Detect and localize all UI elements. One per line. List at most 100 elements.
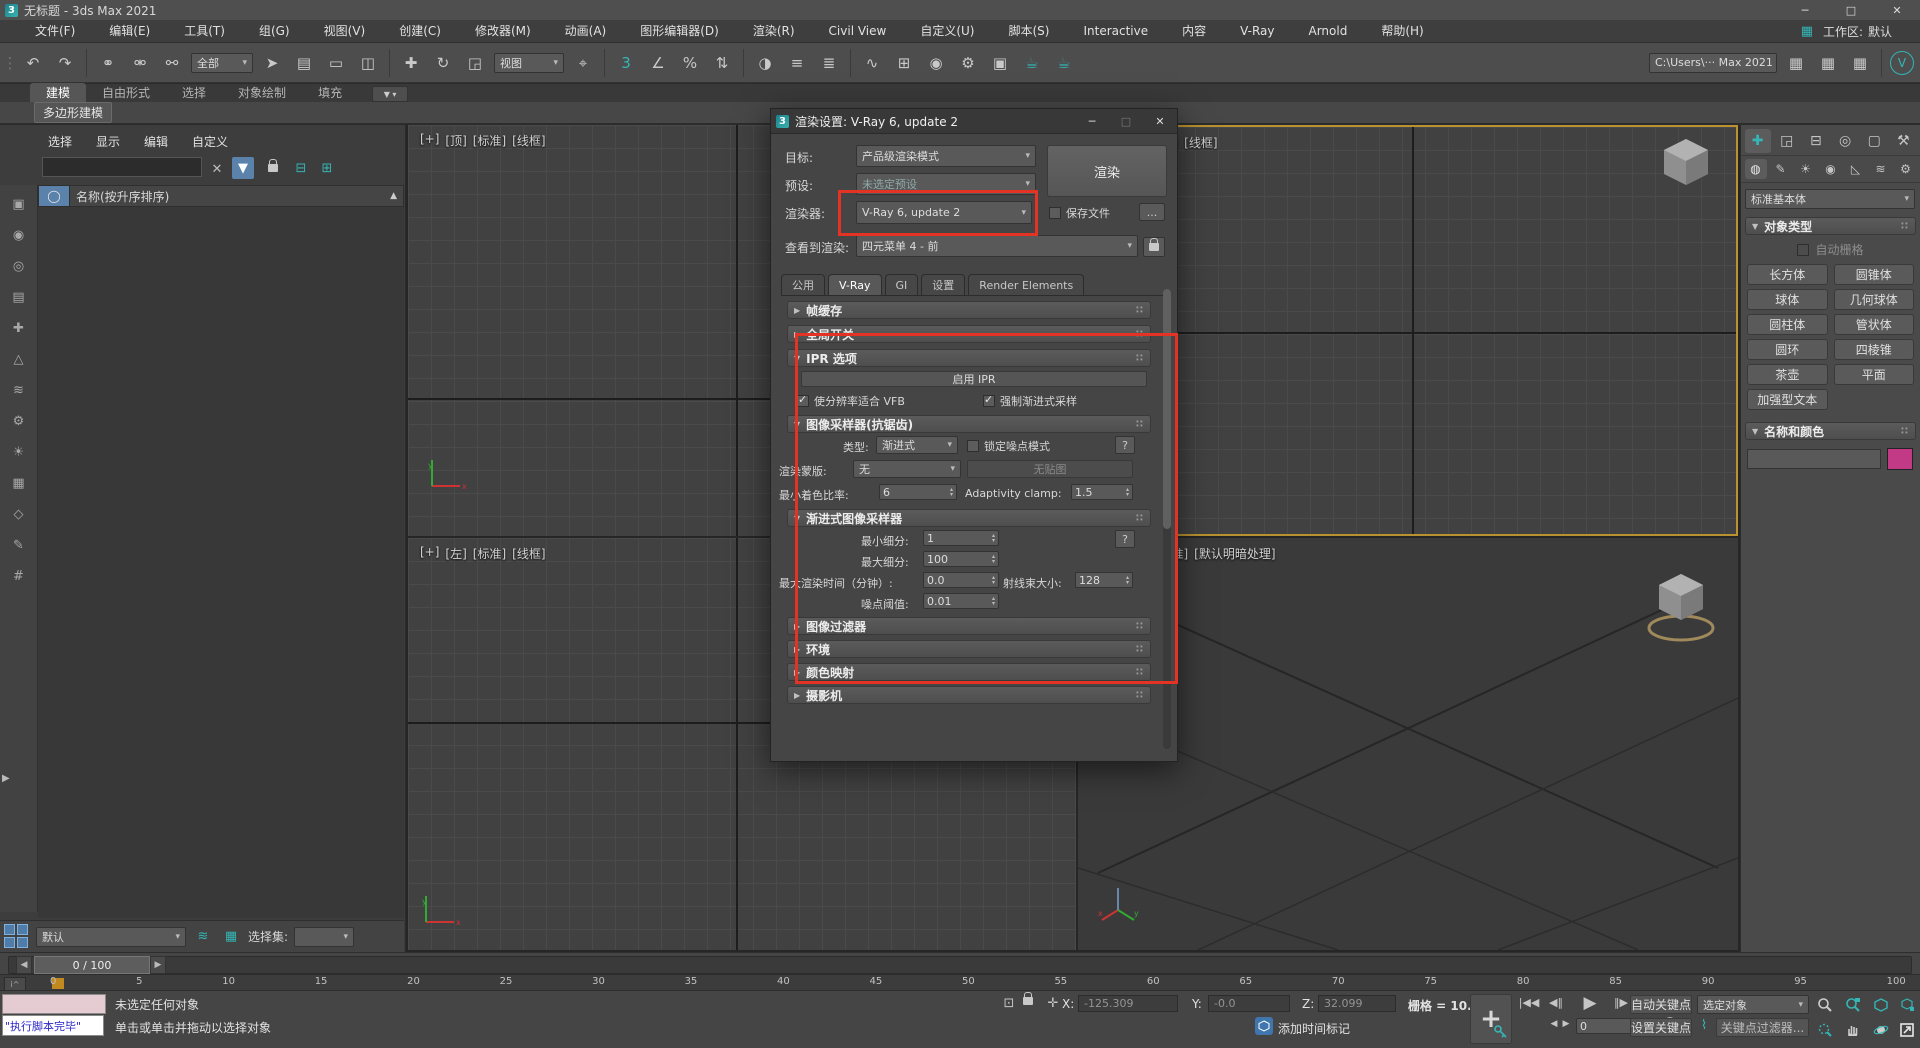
camera-rollout[interactable]: ▶摄影机∷ — [787, 686, 1151, 704]
use-center-icon[interactable]: ⌖ — [570, 50, 596, 76]
save-file-checkbox[interactable] — [1049, 207, 1061, 219]
progressive-help-button[interactable]: ? — [1115, 530, 1135, 548]
adaptivity-clamp-spinner[interactable]: 1.5 — [1071, 484, 1133, 500]
menu-item[interactable]: 图形编辑器(D) — [623, 20, 736, 43]
panel-collapse-icon[interactable]: ▶ — [2, 773, 10, 784]
object-type-button[interactable]: 四棱锥 — [1834, 339, 1915, 360]
fit-resolution-checkbox-row[interactable]: 使分辨率适合 VFB — [797, 393, 905, 409]
force-progressive-checkbox[interactable] — [983, 395, 995, 407]
add-time-tag-label[interactable]: 添加时间标记 — [1278, 1020, 1350, 1037]
viewport-menu-shading[interactable]: [线框] — [512, 132, 545, 149]
polygon-modeling-button[interactable]: 多边形建模 — [34, 102, 112, 123]
menu-item[interactable]: 自定义(U) — [903, 20, 991, 43]
object-type-button[interactable]: 球体 — [1747, 289, 1828, 310]
close-button[interactable]: ✕ — [1874, 0, 1920, 20]
render-production-icon[interactable]: ☕ — [1019, 50, 1045, 76]
dialog-title-bar[interactable]: 3 渲染设置: V-Ray 6, update 2 ─ □ ✕ — [771, 109, 1177, 134]
x-coordinate-field[interactable]: -125.309 — [1078, 995, 1178, 1012]
object-type-button[interactable]: 长方体 — [1747, 264, 1828, 285]
lock-explorer-icon[interactable] — [262, 157, 284, 179]
display-tab-icon[interactable]: ▢ — [1861, 129, 1887, 153]
tab-common[interactable]: 公用 — [781, 274, 825, 295]
key-step-forward-icon[interactable]: ▶ — [1560, 1019, 1572, 1029]
menu-item[interactable]: Civil View — [812, 20, 904, 43]
zoom-extents-icon[interactable] — [1868, 994, 1894, 1016]
menu-item[interactable]: 组(G) — [242, 20, 307, 43]
selection-filter-dropdown[interactable]: 全部 — [191, 53, 253, 73]
toolbar-handle-icon[interactable]: ⋮ — [6, 50, 14, 76]
zoom-all-icon[interactable] — [1840, 994, 1866, 1016]
filter-icon[interactable]: ▼ — [232, 157, 254, 179]
render-mask-dropdown[interactable]: 无 — [853, 460, 961, 478]
image-filter-rollout[interactable]: ▶图像过滤器∷ — [787, 617, 1151, 635]
object-type-button[interactable]: 管状体 — [1834, 314, 1915, 335]
progressive-sampler-rollout[interactable]: ▼渐进式图像采样器∷ — [787, 509, 1151, 527]
explorer-tool-icon[interactable]: ◉ — [7, 224, 31, 246]
ribbon-tab-selection[interactable]: 选择 — [166, 83, 222, 102]
explorer-tool-icon[interactable]: ▤ — [7, 286, 31, 308]
tab-gi[interactable]: GI — [885, 274, 919, 295]
ribbon-tab-object-paint[interactable]: 对象绘制 — [222, 83, 302, 102]
max-render-time-spinner[interactable]: 0.0 — [923, 572, 999, 588]
systems-icon[interactable]: ⚙ — [1895, 159, 1917, 179]
viewport-menu-standard[interactable]: [标准] — [473, 132, 506, 149]
dialog-minimize-icon[interactable]: ─ — [1075, 109, 1109, 133]
select-and-scale-icon[interactable]: ◲ — [462, 50, 488, 76]
name-column-header[interactable]: 名称(按升序排序) — [70, 188, 169, 205]
collapse-tree-icon[interactable]: ⊞ — [316, 157, 338, 179]
dialog-close-icon[interactable]: ✕ — [1143, 109, 1177, 133]
workspace-layout-icon-1[interactable]: ▦ — [1783, 50, 1809, 76]
viewport-menu-shading[interactable]: [默认明暗处理] — [1194, 545, 1275, 562]
ribbon-tab-freeform[interactable]: 自由形式 — [86, 83, 166, 102]
explorer-tool-icon[interactable]: ▦ — [7, 472, 31, 494]
menu-item[interactable]: 修改器(M) — [458, 20, 548, 43]
set-key-big-button[interactable]: + — [1470, 994, 1512, 1044]
viewport-menu-view[interactable]: [顶] — [445, 132, 466, 149]
environment-rollout[interactable]: ▶环境∷ — [787, 640, 1151, 658]
workspace-layout-icon-2[interactable]: ▦ — [1815, 50, 1841, 76]
ribbon-tab-populate[interactable]: 填充 — [302, 83, 358, 102]
object-type-button[interactable]: 茶壶 — [1747, 364, 1828, 385]
maximize-viewport-toggle-icon[interactable] — [1894, 1019, 1920, 1041]
geometry-category-dropdown[interactable]: 标准基本体 — [1745, 189, 1915, 209]
explorer-tool-icon[interactable]: ☀ — [7, 441, 31, 463]
search-input[interactable] — [42, 157, 202, 177]
selection-set-preset-dropdown[interactable]: 默认 — [36, 927, 186, 947]
viewport-menu-shading[interactable]: [线框] — [1184, 134, 1217, 151]
save-file-browse-button[interactable]: ... — [1139, 203, 1165, 221]
scene-object-list[interactable] — [38, 207, 404, 918]
menu-item[interactable]: Interactive — [1066, 20, 1165, 43]
menu-item[interactable]: 视图(V) — [307, 20, 383, 43]
helpers-icon[interactable]: ◺ — [1845, 159, 1867, 179]
previous-frame-icon[interactable]: ◀ — [16, 956, 32, 974]
menu-item[interactable]: 内容 — [1165, 20, 1223, 43]
workspace-selector[interactable]: ▦ 工作区: 默认 — [1796, 20, 1892, 43]
maxscript-result[interactable]: "执行脚本完毕" — [2, 1015, 104, 1036]
isolate-selection-icon[interactable]: ⊡ — [1000, 996, 1018, 1011]
menu-item[interactable]: V-Ray — [1223, 20, 1291, 43]
object-type-rollout[interactable]: ▼对象类型∷ — [1745, 217, 1916, 235]
selected-object-dropdown[interactable]: 选定对象 — [1697, 995, 1809, 1014]
object-type-button[interactable]: 加强型文本 — [1747, 389, 1828, 410]
select-and-rotate-icon[interactable]: ↻ — [430, 50, 456, 76]
explorer-tool-icon[interactable]: ◎ — [7, 255, 31, 277]
orbit-icon[interactable] — [1868, 1019, 1894, 1041]
menu-item[interactable]: Arnold — [1292, 20, 1365, 43]
workspace-layout-icon-3[interactable]: ▦ — [1847, 50, 1873, 76]
global-switches-rollout[interactable]: ▶全局开关∷ — [787, 325, 1151, 343]
lights-icon[interactable]: ☀ — [1795, 159, 1817, 179]
viewport-menu-shading[interactable]: [线框] — [512, 545, 545, 562]
explorer-tool-icon[interactable]: ✚ — [7, 317, 31, 339]
key-step-back-icon[interactable]: ◀ — [1548, 1019, 1560, 1029]
z-coordinate-field[interactable]: 32.099 — [1318, 995, 1396, 1012]
unlink-selection-icon[interactable]: ⚮ — [127, 50, 153, 76]
explorer-tool-icon[interactable]: ≋ — [7, 379, 31, 401]
viewport-menu-view[interactable]: [左] — [445, 545, 466, 562]
lock-noise-checkbox[interactable] — [967, 440, 979, 452]
zoom-extents-all-icon[interactable] — [1894, 994, 1920, 1016]
menu-item[interactable]: 脚本(S) — [991, 20, 1066, 43]
viewport-menu-standard[interactable]: [标准] — [473, 545, 506, 562]
select-and-move-icon[interactable]: ✚ — [398, 50, 424, 76]
menu-item[interactable]: 渲染(R) — [736, 20, 812, 43]
render-setup-icon[interactable]: ⚙ — [955, 50, 981, 76]
